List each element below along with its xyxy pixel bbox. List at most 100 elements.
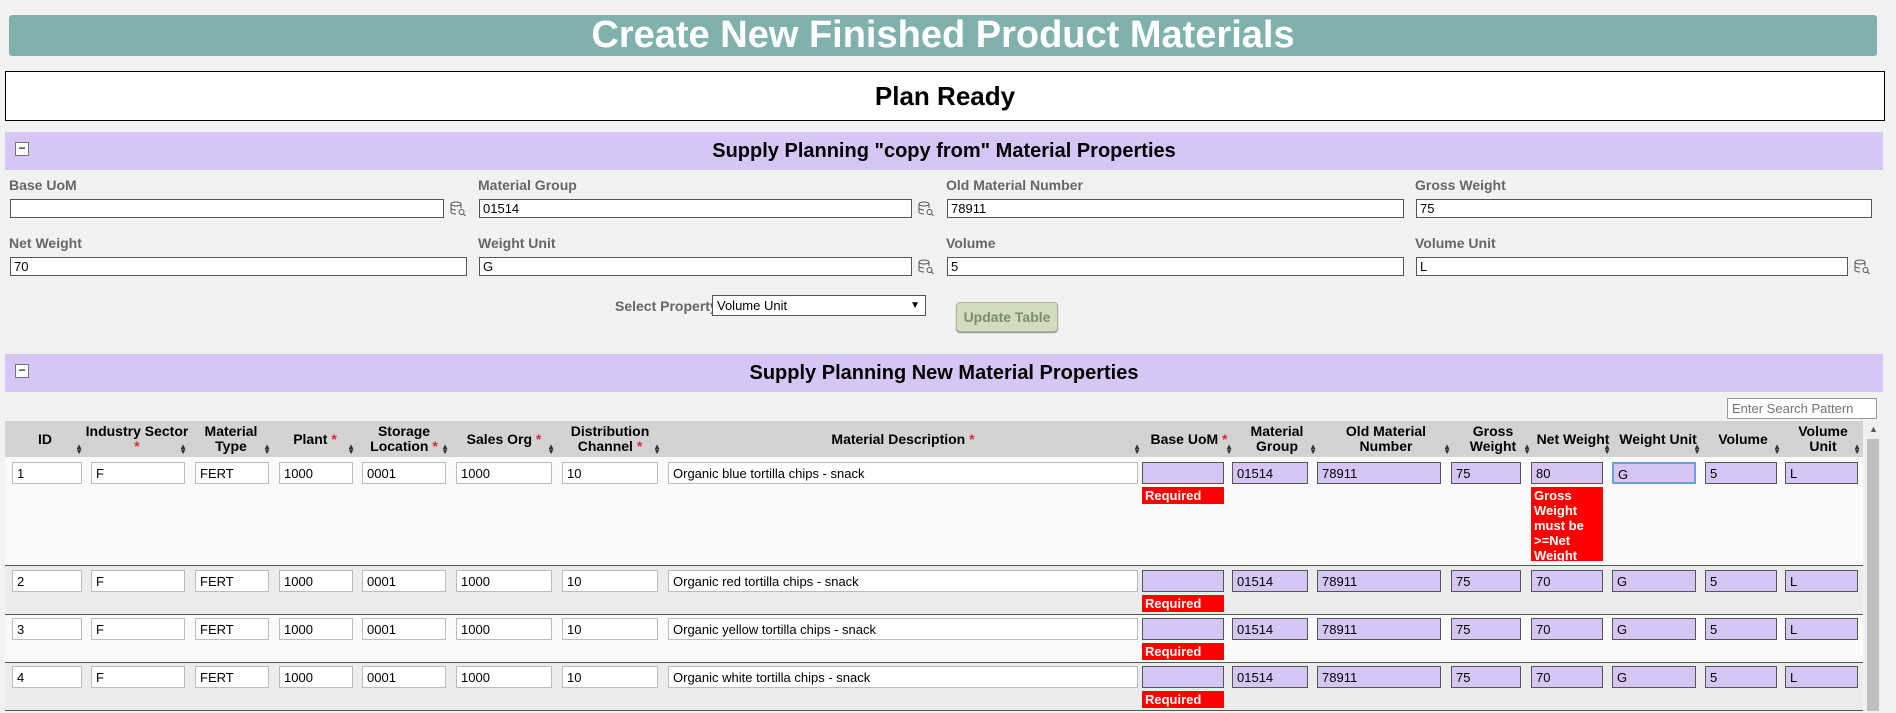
- plant-cell[interactable]: 1000: [279, 570, 353, 592]
- volume-cell[interactable]: 5: [1705, 618, 1777, 640]
- base-uom-input[interactable]: [10, 199, 444, 218]
- volume-input[interactable]: 5: [947, 257, 1404, 276]
- net-weight-cell[interactable]: 70: [1531, 618, 1603, 640]
- column-header-distribution-channel[interactable]: Distribution Channel * ▲ ▼: [557, 421, 663, 457]
- old-material-number-cell[interactable]: 78911: [1317, 570, 1441, 592]
- gross-weight-cell[interactable]: 75: [1451, 462, 1521, 484]
- scrollbar-thumb[interactable]: [1867, 439, 1879, 711]
- industry-sector-cell[interactable]: F: [91, 666, 185, 688]
- column-header-storage-location[interactable]: Storage Location * ▲ ▼: [357, 421, 451, 457]
- material-description-cell[interactable]: Organic white tortilla chips - snack: [668, 666, 1138, 688]
- collapse-new-section-button[interactable]: −: [15, 364, 29, 378]
- industry-sector-cell[interactable]: F: [91, 570, 185, 592]
- column-header-volume-unit[interactable]: Volume Unit ▲ ▼: [1783, 421, 1863, 457]
- material-group-input[interactable]: 01514: [479, 199, 912, 218]
- material-type-cell[interactable]: FERT: [195, 570, 269, 592]
- base-uom-cell[interactable]: [1142, 462, 1224, 484]
- sales-org-cell[interactable]: 1000: [456, 462, 552, 484]
- volume-unit-cell[interactable]: L: [1785, 570, 1858, 592]
- gross-weight-cell[interactable]: 75: [1451, 666, 1521, 688]
- base-uom-cell[interactable]: [1142, 666, 1224, 688]
- column-header-industry-sector[interactable]: Industry Sector * ▲ ▼: [85, 421, 189, 457]
- sales-org-cell[interactable]: 1000: [456, 666, 552, 688]
- industry-sector-cell[interactable]: F: [91, 618, 185, 640]
- id-cell[interactable]: 1: [12, 462, 82, 484]
- material-group-lookup-icon[interactable]: [918, 201, 934, 217]
- column-header-material-description[interactable]: Material Description * ▲ ▼: [663, 421, 1143, 457]
- volume-unit-lookup-icon[interactable]: [1854, 259, 1870, 275]
- material-group-cell[interactable]: 01514: [1232, 570, 1308, 592]
- net-weight-cell[interactable]: 80: [1531, 462, 1603, 484]
- collapse-copy-section-button[interactable]: −: [15, 142, 29, 156]
- table-scrollbar[interactable]: ▲: [1865, 421, 1881, 711]
- volume-cell[interactable]: 5: [1705, 570, 1777, 592]
- update-table-button[interactable]: Update Table: [956, 302, 1058, 332]
- id-cell[interactable]: 3: [12, 618, 82, 640]
- base-uom-cell[interactable]: [1142, 618, 1224, 640]
- plant-cell[interactable]: 1000: [279, 666, 353, 688]
- weight-unit-cell[interactable]: G: [1612, 570, 1696, 592]
- material-description-cell[interactable]: Organic yellow tortilla chips - snack: [668, 618, 1138, 640]
- volume-unit-cell[interactable]: L: [1785, 618, 1858, 640]
- gross-weight-cell[interactable]: 75: [1451, 618, 1521, 640]
- storage-location-cell[interactable]: 0001: [362, 570, 446, 592]
- column-header-volume[interactable]: Volume ▲ ▼: [1703, 421, 1783, 457]
- volume-cell[interactable]: 5: [1705, 462, 1777, 484]
- distribution-channel-cell[interactable]: 10: [562, 570, 658, 592]
- id-cell[interactable]: 2: [12, 570, 82, 592]
- gross-weight-input[interactable]: 75: [1416, 199, 1872, 218]
- weight-unit-lookup-icon[interactable]: [918, 259, 934, 275]
- column-header-old-material-number[interactable]: Old Material Number ▲ ▼: [1319, 421, 1453, 457]
- storage-location-cell[interactable]: 0001: [362, 618, 446, 640]
- distribution-channel-cell[interactable]: 10: [562, 666, 658, 688]
- id-cell[interactable]: 4: [12, 666, 82, 688]
- column-header-plant[interactable]: Plant * ▲ ▼: [273, 421, 357, 457]
- column-header-id[interactable]: ID ▲ ▼: [5, 421, 85, 457]
- column-header-material-group[interactable]: Material Group ▲ ▼: [1235, 421, 1319, 457]
- search-input[interactable]: [1727, 398, 1877, 419]
- volume-cell[interactable]: 5: [1705, 666, 1777, 688]
- old-material-number-cell[interactable]: 78911: [1317, 666, 1441, 688]
- material-type-cell[interactable]: FERT: [195, 666, 269, 688]
- industry-sector-cell[interactable]: F: [91, 462, 185, 484]
- storage-location-cell[interactable]: 0001: [362, 462, 446, 484]
- net-weight-cell[interactable]: 70: [1531, 570, 1603, 592]
- material-group-cell[interactable]: 01514: [1232, 666, 1308, 688]
- column-header-base-uom[interactable]: Base UoM * ▲ ▼: [1143, 421, 1235, 457]
- gross-weight-cell[interactable]: 75: [1451, 570, 1521, 592]
- base-uom-cell[interactable]: [1142, 570, 1224, 592]
- material-description-cell[interactable]: Organic blue tortilla chips - snack: [668, 462, 1138, 484]
- old-material-number-cell[interactable]: 78911: [1317, 618, 1441, 640]
- scroll-up-arrow-icon[interactable]: ▲: [1869, 424, 1878, 434]
- distribution-channel-cell[interactable]: 10: [562, 618, 658, 640]
- column-header-weight-unit[interactable]: Weight Unit ▲ ▼: [1613, 421, 1703, 457]
- material-group-cell[interactable]: 01514: [1232, 462, 1308, 484]
- sales-org-cell[interactable]: 1000: [456, 570, 552, 592]
- column-header-material-type[interactable]: Material Type ▲ ▼: [189, 421, 273, 457]
- old-material-number-cell[interactable]: 78911: [1317, 462, 1441, 484]
- select-property-dropdown[interactable]: Volume Unit ▼: [712, 295, 926, 316]
- material-description-cell[interactable]: Organic red tortilla chips - snack: [668, 570, 1138, 592]
- material-group-cell[interactable]: 01514: [1232, 618, 1308, 640]
- plant-cell[interactable]: 1000: [279, 618, 353, 640]
- weight-unit-cell[interactable]: G: [1612, 462, 1696, 484]
- weight-unit-cell[interactable]: G: [1612, 666, 1696, 688]
- weight-unit-cell[interactable]: G: [1612, 618, 1696, 640]
- material-type-cell[interactable]: FERT: [195, 618, 269, 640]
- column-header-sales-org[interactable]: Sales Org * ▲ ▼: [451, 421, 557, 457]
- old-material-number-input[interactable]: 78911: [947, 199, 1404, 218]
- column-header-gross-weight[interactable]: Gross Weight ▲ ▼: [1453, 421, 1533, 457]
- sales-org-cell[interactable]: 1000: [456, 618, 552, 640]
- net-weight-input[interactable]: 70: [10, 257, 467, 276]
- weight-unit-input[interactable]: G: [479, 257, 912, 276]
- base-uom-lookup-icon[interactable]: [450, 201, 466, 217]
- material-type-cell[interactable]: FERT: [195, 462, 269, 484]
- volume-unit-cell[interactable]: L: [1785, 666, 1858, 688]
- volume-unit-input[interactable]: L: [1416, 257, 1848, 276]
- storage-location-cell[interactable]: 0001: [362, 666, 446, 688]
- column-header-net-weight[interactable]: Net Weight ▲ ▼: [1533, 421, 1613, 457]
- plant-cell[interactable]: 1000: [279, 462, 353, 484]
- net-weight-cell[interactable]: 70: [1531, 666, 1603, 688]
- distribution-channel-cell[interactable]: 10: [562, 462, 658, 484]
- volume-unit-cell[interactable]: L: [1785, 462, 1858, 484]
